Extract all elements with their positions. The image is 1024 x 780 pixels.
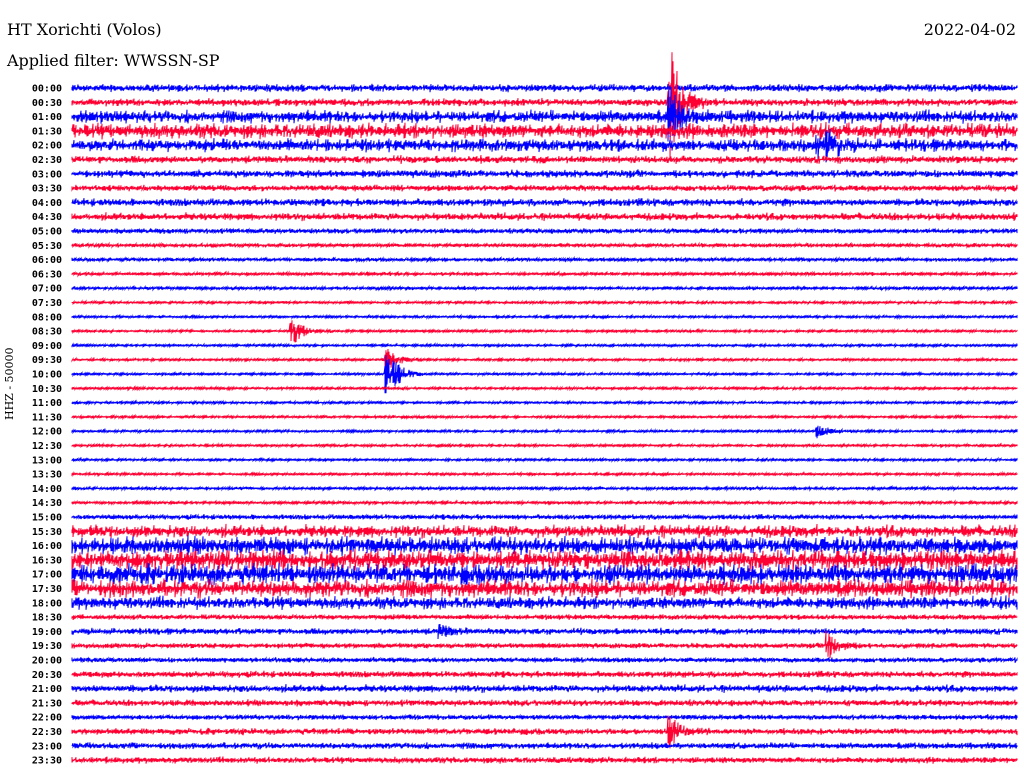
trace-2200 xyxy=(71,713,1018,721)
time-label: 00:30 xyxy=(32,98,62,109)
trace-0830 xyxy=(71,320,1018,343)
trace-0130 xyxy=(71,121,1018,140)
time-label: 04:00 xyxy=(32,198,62,209)
time-label: 06:30 xyxy=(32,269,62,280)
trace-0430 xyxy=(71,212,1018,222)
trace-1800 xyxy=(71,595,1018,611)
trace-0930 xyxy=(71,348,1018,372)
time-label: 07:30 xyxy=(32,298,62,309)
time-label: 23:30 xyxy=(32,756,62,767)
time-label: 17:30 xyxy=(32,584,62,595)
trace-0700 xyxy=(71,284,1018,292)
trace-1500 xyxy=(71,513,1018,521)
trace-0400 xyxy=(71,198,1018,207)
time-label: 15:30 xyxy=(32,527,62,538)
time-label: 22:00 xyxy=(32,713,62,724)
trace-0330 xyxy=(71,184,1018,192)
time-label: 05:30 xyxy=(32,241,62,252)
trace-0300 xyxy=(71,169,1018,179)
time-label: 21:00 xyxy=(32,684,62,695)
helicorder: HT Xorichti (Volos) Applied filter: WWSS… xyxy=(0,0,1024,780)
time-label: 08:00 xyxy=(32,312,62,323)
time-label: 02:30 xyxy=(32,155,62,166)
trace-1930 xyxy=(71,631,1018,659)
time-label: 16:00 xyxy=(32,541,62,552)
trace-1300 xyxy=(71,456,1018,464)
time-label: 12:30 xyxy=(32,441,62,452)
trace-1830 xyxy=(71,613,1018,621)
trace-2300 xyxy=(71,742,1018,750)
trace-2100 xyxy=(71,684,1018,694)
time-label: 07:00 xyxy=(32,284,62,295)
time-label: 04:30 xyxy=(32,212,62,223)
time-label: 15:00 xyxy=(32,513,62,524)
time-label: 10:00 xyxy=(32,370,62,381)
trace-1130 xyxy=(71,413,1018,421)
trace-0230 xyxy=(71,154,1018,165)
time-label: 03:30 xyxy=(32,184,62,195)
trace-1230 xyxy=(71,442,1018,449)
trace-2000 xyxy=(71,656,1018,664)
time-label: 16:30 xyxy=(32,555,62,566)
time-label: 00:00 xyxy=(32,84,62,95)
time-label: 21:30 xyxy=(32,698,62,709)
trace-0000 xyxy=(71,83,1018,93)
trace-1400 xyxy=(71,484,1018,492)
trace-1600 xyxy=(71,535,1018,556)
time-label: 02:00 xyxy=(32,141,62,152)
time-label: 09:00 xyxy=(32,341,62,352)
time-label: 03:00 xyxy=(32,169,62,180)
trace-1100 xyxy=(71,399,1018,407)
trace-0500 xyxy=(71,227,1018,235)
trace-1430 xyxy=(71,499,1018,507)
time-label: 23:00 xyxy=(32,741,62,752)
trace-1530 xyxy=(71,523,1018,539)
seismogram-plot: 00:00 00:30 01:00 01:30 02:00 02:30 03:00 03:30… xyxy=(32,52,1018,767)
time-label: 20:00 xyxy=(32,656,62,667)
trace-0800 xyxy=(71,313,1018,321)
time-label: 01:30 xyxy=(32,126,62,137)
time-label: 22:30 xyxy=(32,727,62,738)
time-label: 17:00 xyxy=(32,570,62,581)
trace-1030 xyxy=(71,385,1018,392)
trace-0530 xyxy=(71,241,1018,250)
time-label: 11:00 xyxy=(32,398,62,409)
trace-0600 xyxy=(71,255,1018,264)
trace-0900 xyxy=(71,342,1018,349)
time-label: 08:30 xyxy=(32,327,62,338)
time-label: 05:00 xyxy=(32,227,62,238)
trace-1630 xyxy=(71,548,1018,572)
trace-2130 xyxy=(71,699,1018,707)
time-label: 14:00 xyxy=(32,484,62,495)
time-label: 11:30 xyxy=(32,412,62,423)
time-label: 06:00 xyxy=(32,255,62,266)
time-label: 01:00 xyxy=(32,112,62,123)
time-label: 10:30 xyxy=(32,384,62,395)
trace-1900 xyxy=(71,623,1018,640)
trace-2030 xyxy=(71,670,1018,678)
trace-2230 xyxy=(71,715,1018,749)
trace-1330 xyxy=(71,470,1018,478)
time-label: 18:30 xyxy=(32,613,62,624)
time-label: 19:30 xyxy=(32,641,62,652)
trace-2330 xyxy=(71,756,1018,764)
trace-0730 xyxy=(71,299,1018,306)
time-label: 13:00 xyxy=(32,455,62,466)
time-label: 12:00 xyxy=(32,427,62,438)
time-label: 13:30 xyxy=(32,470,62,481)
trace-0630 xyxy=(71,270,1018,278)
time-label: 14:30 xyxy=(32,498,62,509)
trace-1200 xyxy=(71,425,1018,439)
time-label: 20:30 xyxy=(32,670,62,681)
time-label: 19:00 xyxy=(32,627,62,638)
time-label: 18:00 xyxy=(32,598,62,609)
time-label: 09:30 xyxy=(32,355,62,366)
